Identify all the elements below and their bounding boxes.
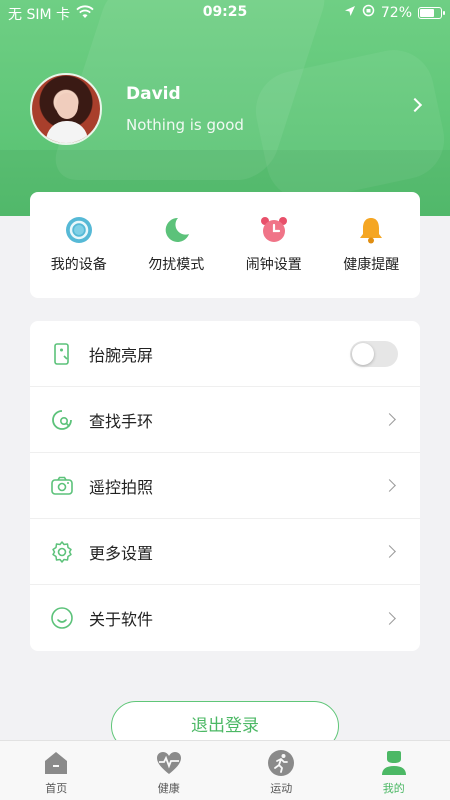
tab-label: 运动 xyxy=(270,782,293,795)
profile-text: David Nothing is good xyxy=(126,84,244,134)
avatar[interactable] xyxy=(30,73,102,145)
orientation-lock-icon xyxy=(362,4,375,21)
toggle-knob xyxy=(352,342,374,365)
wrist-raise-icon xyxy=(50,342,74,366)
tab-bar: 首页 健康 运动 我的 xyxy=(0,740,450,800)
home-icon xyxy=(42,749,70,777)
settings-list: 抬腕亮屏 查找手环 遥控拍照 更多设置 关于软件 xyxy=(30,321,420,651)
chevron-right-icon xyxy=(383,545,396,558)
profile-name: David xyxy=(126,84,181,104)
quick-action-label: 勿扰模式 xyxy=(148,257,205,273)
device-ring-icon xyxy=(65,216,93,244)
smiley-icon xyxy=(50,606,74,630)
settings-row-label: 遥控拍照 xyxy=(89,477,154,497)
settings-row-label: 更多设置 xyxy=(89,543,154,563)
chevron-right-icon xyxy=(383,479,396,492)
settings-row-more-settings[interactable]: 更多设置 xyxy=(30,519,420,585)
alarm-clock-icon xyxy=(260,216,288,244)
tab-mine[interactable]: 我的 xyxy=(338,741,450,800)
status-right: 72% xyxy=(344,4,445,21)
profile-motto: Nothing is good xyxy=(126,116,244,134)
tab-sport[interactable]: 运动 xyxy=(225,741,338,800)
gear-icon xyxy=(50,540,74,564)
profile-icon xyxy=(380,749,408,777)
chevron-right-icon xyxy=(383,611,396,625)
battery-icon xyxy=(418,6,445,19)
chevron-right-icon[interactable] xyxy=(407,97,423,113)
tab-health[interactable]: 健康 xyxy=(113,741,226,800)
quick-action-label: 我的设备 xyxy=(50,257,107,273)
quick-action-label: 健康提醒 xyxy=(343,257,400,273)
tab-home[interactable]: 首页 xyxy=(0,741,113,800)
quick-action-label: 闹钟设置 xyxy=(245,257,302,273)
find-band-icon xyxy=(50,408,74,432)
profile-header: 无 SIM 卡 09:25 72% David Nothing is good xyxy=(0,0,450,216)
settings-row-about[interactable]: 关于软件 xyxy=(30,585,420,651)
tab-label: 我的 xyxy=(382,782,405,795)
heart-pulse-icon xyxy=(155,749,183,777)
settings-row-label: 关于软件 xyxy=(89,610,154,629)
profile-row[interactable]: David Nothing is good xyxy=(30,72,430,146)
settings-row-remote-camera[interactable]: 遥控拍照 xyxy=(30,453,420,519)
battery-fill xyxy=(420,8,434,17)
location-arrow-icon xyxy=(344,5,356,21)
bell-icon xyxy=(357,216,385,244)
tab-label: 首页 xyxy=(45,782,68,795)
avatar-shirt xyxy=(46,121,88,143)
status-bar: 无 SIM 卡 09:25 72% xyxy=(0,0,450,26)
running-icon xyxy=(267,749,295,777)
battery-percent: 72% xyxy=(380,4,412,21)
settings-row-label: 抬腕亮屏 xyxy=(89,345,154,365)
settings-row-label: 查找手环 xyxy=(89,411,154,431)
chevron-right-icon xyxy=(383,413,396,426)
quick-action-do-not-disturb[interactable]: 勿扰模式 xyxy=(131,216,221,298)
camera-icon xyxy=(50,474,74,498)
avatar-face xyxy=(56,93,78,119)
quick-action-my-device[interactable]: 我的设备 xyxy=(34,216,124,298)
moon-icon xyxy=(162,216,190,244)
quick-action-health-reminder[interactable]: 健康提醒 xyxy=(326,216,416,298)
tab-label: 健康 xyxy=(157,782,180,795)
quick-actions-card: 我的设备 勿扰模式 闹钟设置 健康提醒 xyxy=(30,192,420,298)
wrist-raise-toggle[interactable] xyxy=(350,340,398,367)
quick-action-alarm[interactable]: 闹钟设置 xyxy=(229,216,319,298)
settings-row-wrist-raise[interactable]: 抬腕亮屏 xyxy=(30,321,420,387)
settings-row-find-band[interactable]: 查找手环 xyxy=(30,387,420,453)
